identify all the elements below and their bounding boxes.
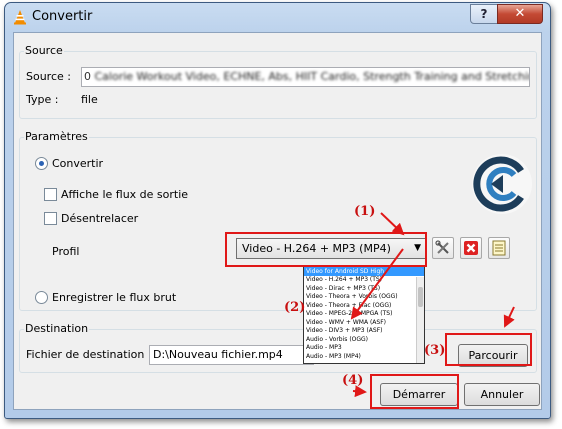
source-value: Calorie Workout Video, ECHNE, Abs, HIIT … (94, 70, 530, 83)
dropdown-item[interactable]: Video - DIV3 + MP3 (ASF) (304, 327, 424, 336)
deinterlace-label: Désentrelacer (61, 212, 139, 225)
raw-dump-label: Enregistrer le flux brut (52, 291, 177, 304)
convert-radio[interactable] (35, 157, 48, 170)
source-field[interactable]: 0 Calorie Workout Video, ECHNE, Abs, HII… (81, 67, 530, 87)
cancel-button[interactable]: Annuler (464, 383, 540, 406)
new-profile-button[interactable] (488, 237, 510, 259)
type-label: Type : (26, 93, 59, 106)
raw-dump-radio[interactable] (35, 291, 48, 304)
annotation-label-3: (3) (424, 343, 446, 358)
new-document-icon (492, 240, 506, 256)
dropdown-item[interactable]: Video - Theora + Flac (OGG) (304, 302, 424, 311)
scrollbar-thumb[interactable] (418, 287, 423, 307)
profile-label: Profil (52, 245, 80, 258)
annotation-label-2: (2) (284, 300, 306, 315)
dropdown-scrollbar[interactable] (416, 277, 424, 363)
dropdown-item[interactable]: Audio - MP3 (304, 344, 424, 353)
profile-dropdown-list: Video for Android SD High Video - H.264 … (303, 266, 425, 364)
dropdown-item[interactable]: Video - Theora + Vorbis (OGG) (304, 293, 424, 302)
dropdown-item[interactable]: Audio - Vorbis (OGG) (304, 336, 424, 345)
source-label: Source : (26, 70, 71, 83)
dropdown-item[interactable]: Video for Android SD High (304, 267, 424, 276)
destination-file-input[interactable]: D:\Nouveau fichier.mp4 (149, 345, 314, 365)
source-group-label: Source (24, 44, 64, 57)
dropdown-item[interactable]: Video - WMV + WMA (ASF) (304, 319, 424, 328)
destination-group-label: Destination (24, 322, 90, 335)
convert-logo-icon (472, 154, 532, 214)
annotation-box-start (370, 374, 459, 409)
annotation-label-4: (4) (342, 373, 364, 388)
dropdown-item[interactable]: Audio - MP3 (MP4) (304, 353, 424, 362)
edit-profile-button[interactable] (432, 237, 454, 259)
show-output-checkbox[interactable] (44, 188, 57, 201)
window-title: Convertir (32, 9, 93, 24)
close-button[interactable]: ✕ (497, 4, 543, 24)
annotation-box-profile (225, 232, 427, 267)
help-button[interactable]: ? (470, 4, 498, 24)
dropdown-item[interactable]: Video - MPEG-2 + MPGA (TS) (304, 310, 424, 319)
dropdown-item[interactable]: Video - Dirac + MP3 (TS) (304, 285, 424, 294)
annotation-label-1: (1) (354, 204, 376, 219)
params-group-label: Paramètres (24, 130, 89, 143)
show-output-label: Affiche le flux de sortie (61, 188, 189, 201)
dropdown-item[interactable]: Video - H.264 + MP3 (TS) (304, 276, 424, 285)
delete-icon (464, 241, 478, 255)
annotation-box-browse (445, 333, 532, 366)
delete-profile-button[interactable] (460, 237, 482, 259)
convert-label: Convertir (52, 157, 104, 170)
source-prefix: 0 (84, 70, 91, 83)
type-value: file (81, 93, 98, 106)
vlc-cone-icon (14, 10, 26, 25)
destination-file-label: Fichier de destination : (26, 348, 152, 361)
title-bar[interactable]: Convertir ? ✕ (5, 3, 550, 31)
tools-icon (435, 240, 449, 254)
deinterlace-checkbox[interactable] (44, 212, 57, 225)
